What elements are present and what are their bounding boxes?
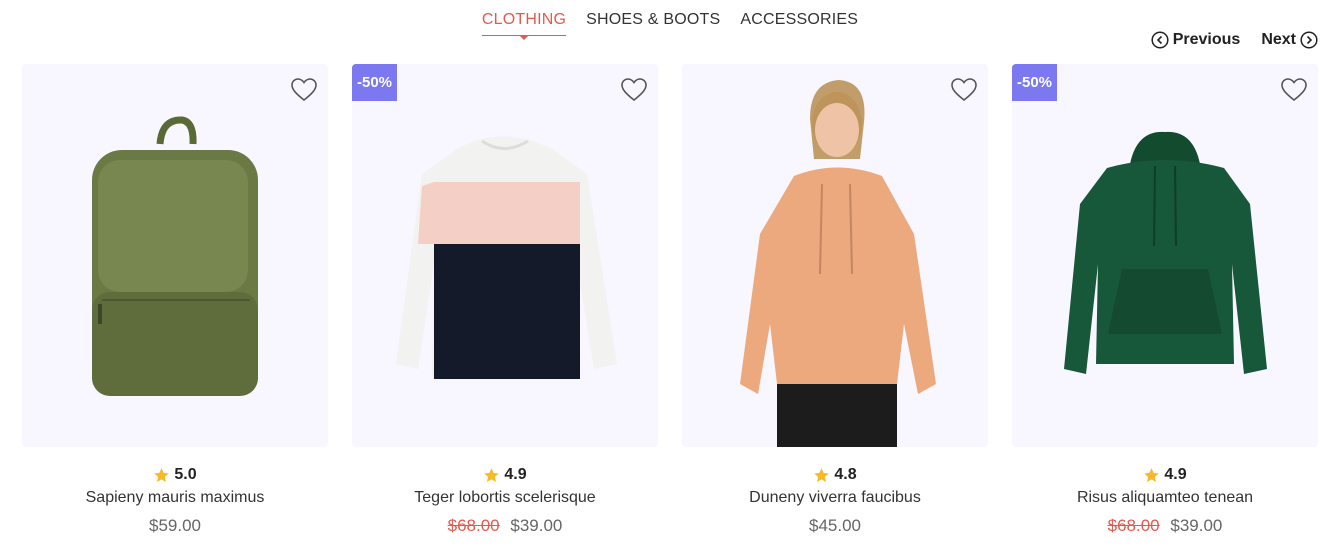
heart-icon — [291, 78, 317, 102]
discount-badge: -50% — [1012, 64, 1058, 101]
product-name[interactable]: Duneny viverra faucibus — [682, 489, 988, 509]
rating-value: 4.9 — [504, 466, 527, 483]
original-price: $68.00 — [1107, 516, 1160, 535]
product-rating: 4.8 — [682, 465, 988, 485]
tab-clothing[interactable]: CLOTHING — [481, 11, 567, 40]
star-icon — [484, 467, 500, 482]
heart-icon — [951, 78, 977, 102]
heart-icon — [1281, 78, 1307, 102]
rating-value: 4.9 — [1164, 466, 1187, 483]
product-rating: 5.0 — [22, 465, 328, 485]
tab-accessories[interactable]: ACCESSORIES — [740, 11, 858, 36]
previous-button[interactable]: Previous — [1151, 31, 1241, 49]
product-price-row: $59.00 — [22, 516, 328, 538]
category-tabs: CLOTHING SHOES & BOOTS ACCESSORIES — [0, 11, 1340, 40]
star-icon — [154, 467, 170, 482]
product-name[interactable]: Teger lobortis scelerisque — [352, 489, 658, 509]
wishlist-button[interactable] — [950, 77, 978, 103]
green-hoodie-image — [1064, 131, 1267, 374]
product-card: 5.0 Sapieny mauris maximus $59.00 — [22, 64, 328, 538]
current-price: $39.00 — [1170, 516, 1223, 535]
heart-icon — [621, 78, 647, 102]
star-icon — [1144, 467, 1160, 482]
green-backpack-image — [92, 116, 258, 396]
rating-value: 5.0 — [174, 466, 197, 483]
product-image-area[interactable]: -50% — [352, 64, 658, 447]
current-price: $45.00 — [809, 516, 861, 535]
next-button[interactable]: Next — [1261, 31, 1318, 49]
wishlist-button[interactable] — [290, 77, 318, 103]
chevron-right-circle-icon — [1300, 31, 1318, 49]
current-price: $39.00 — [510, 516, 563, 535]
original-price: $68.00 — [447, 516, 500, 535]
next-label: Next — [1261, 31, 1296, 48]
product-image-area[interactable]: -50% — [1012, 64, 1318, 447]
tab-shoes-boots[interactable]: SHOES & BOOTS — [586, 11, 720, 36]
product-card: -50% 4.9 Teger lobortis scelerisque $68.… — [352, 64, 658, 538]
product-price-row: $45.00 — [682, 516, 988, 538]
product-rating: 4.9 — [352, 465, 658, 485]
product-price-row: $68.00 $39.00 — [352, 516, 658, 538]
product-grid: 5.0 Sapieny mauris maximus $59.00 -50% 4… — [22, 64, 1318, 538]
wishlist-button[interactable] — [1280, 77, 1308, 103]
product-rating: 4.9 — [1012, 465, 1318, 485]
rating-value: 4.8 — [834, 466, 857, 483]
product-price-row: $68.00 $39.00 — [1012, 516, 1318, 538]
striped-sweater-image — [396, 136, 617, 379]
wishlist-button[interactable] — [620, 77, 648, 103]
previous-label: Previous — [1172, 31, 1241, 48]
current-price: $59.00 — [149, 516, 201, 535]
product-image-area[interactable] — [22, 64, 328, 447]
product-name[interactable]: Sapieny mauris maximus — [22, 489, 328, 509]
product-name[interactable]: Risus aliquamteo tenean — [1012, 489, 1318, 509]
discount-badge: -50% — [352, 64, 398, 101]
star-icon — [814, 467, 830, 482]
product-image-area[interactable] — [682, 64, 988, 447]
carousel-pager: Previous Next — [1151, 31, 1318, 49]
product-card: 4.8 Duneny viverra faucibus $45.00 — [682, 64, 988, 538]
chevron-left-circle-icon — [1151, 31, 1169, 49]
product-card: -50% 4.9 Risus aliquamteo tenean $68.00 … — [1012, 64, 1318, 538]
peach-hoodie-model-image — [740, 80, 936, 447]
